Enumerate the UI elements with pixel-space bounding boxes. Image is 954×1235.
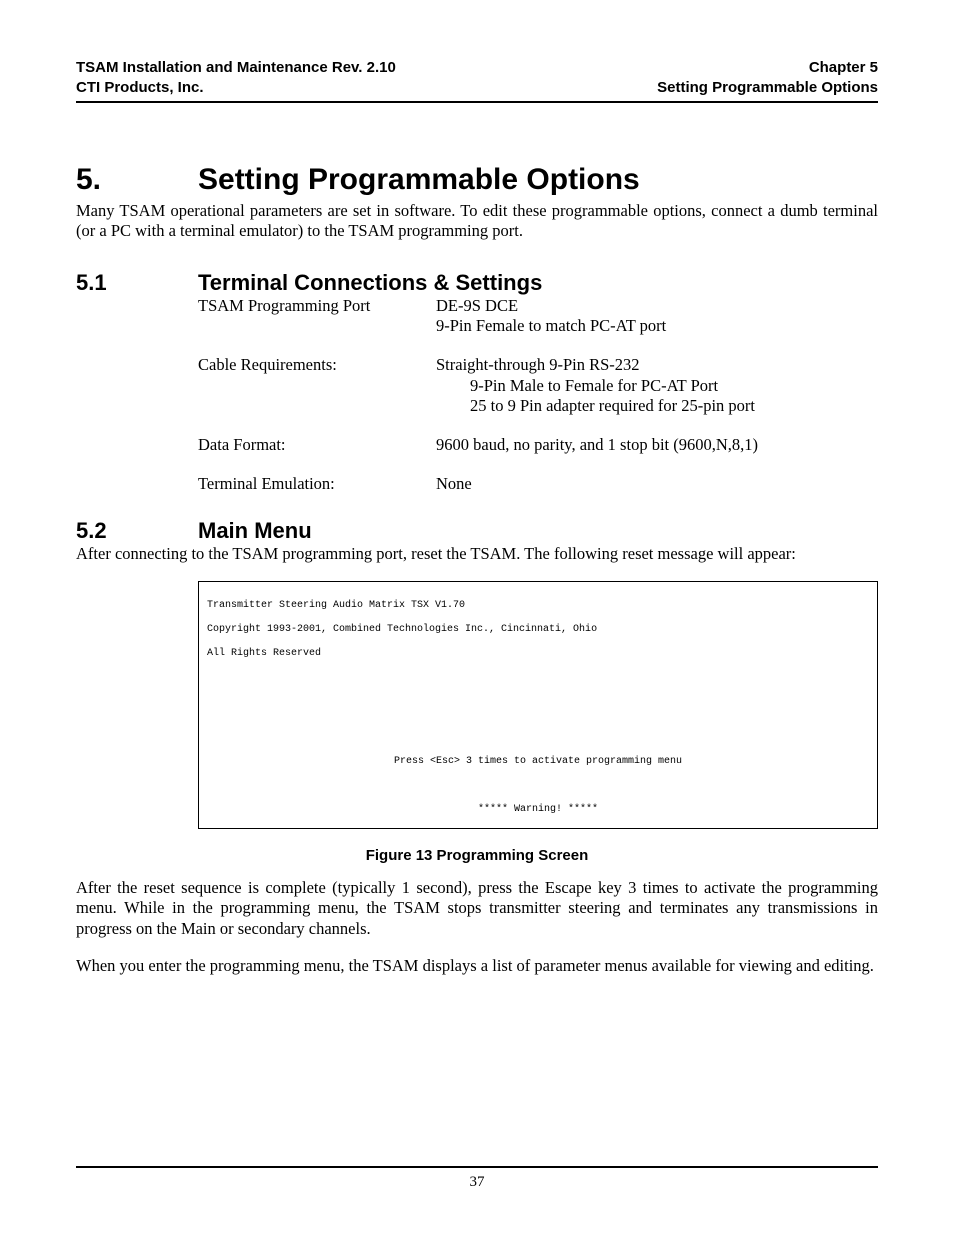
setting-value-line: 9-Pin Female to match PC-AT port bbox=[436, 316, 666, 337]
setting-value: Straight-through 9-Pin RS-232 9-Pin Male… bbox=[436, 355, 755, 417]
header-right-bottom: Setting Programmable Options bbox=[657, 78, 878, 98]
setting-label: Data Format: bbox=[198, 435, 436, 456]
page: TSAM Installation and Maintenance Rev. 2… bbox=[0, 0, 954, 1235]
section-number: 5.2 bbox=[76, 518, 198, 544]
page-footer: 37 bbox=[76, 1166, 878, 1191]
footer-rule bbox=[76, 1166, 878, 1168]
body-paragraph: After the reset sequence is complete (ty… bbox=[76, 878, 878, 940]
header-left-bottom: CTI Products, Inc. bbox=[76, 78, 204, 98]
setting-row-port: TSAM Programming Port DE-9S DCE 9-Pin Fe… bbox=[198, 296, 878, 337]
setting-row-cable: Cable Requirements: Straight-through 9-P… bbox=[198, 355, 878, 417]
chapter-intro: Many TSAM operational parameters are set… bbox=[76, 201, 878, 242]
terminal-line: Copyright 1993-2001, Combined Technologi… bbox=[207, 624, 869, 636]
setting-value-line: Straight-through 9-Pin RS-232 bbox=[436, 355, 755, 376]
terminal-line: Transmitter Steering Audio Matrix TSX V1… bbox=[207, 600, 869, 612]
setting-label: Cable Requirements: bbox=[198, 355, 436, 417]
setting-row-emulation: Terminal Emulation: None bbox=[198, 474, 878, 495]
section-5-2-heading: 5.2 Main Menu bbox=[76, 518, 878, 544]
terminal-line: ***** Warning! ***** bbox=[207, 804, 869, 816]
section-5-1-heading: 5.1 Terminal Connections & Settings bbox=[76, 270, 878, 296]
section-title: Terminal Connections & Settings bbox=[198, 270, 542, 296]
setting-label: Terminal Emulation: bbox=[198, 474, 436, 495]
setting-value-line: DE-9S DCE bbox=[436, 296, 666, 317]
setting-value-line: None bbox=[436, 474, 472, 495]
body-paragraph: When you enter the programming menu, the… bbox=[76, 956, 878, 977]
terminal-settings-table: TSAM Programming Port DE-9S DCE 9-Pin Fe… bbox=[198, 296, 878, 494]
section-5-2-intro: After connecting to the TSAM programming… bbox=[76, 544, 878, 565]
chapter-title: Setting Programmable Options bbox=[198, 163, 640, 197]
header-right-top: Chapter 5 bbox=[809, 58, 878, 78]
setting-value-line: 25 to 9 Pin adapter required for 25-pin … bbox=[470, 396, 755, 417]
terminal-line: All Rights Reserved bbox=[207, 648, 869, 660]
setting-value: 9600 baud, no parity, and 1 stop bit (96… bbox=[436, 435, 758, 456]
setting-value: DE-9S DCE 9-Pin Female to match PC-AT po… bbox=[436, 296, 666, 337]
terminal-output-box: Transmitter Steering Audio Matrix TSX V1… bbox=[198, 581, 878, 829]
setting-value-line: 9-Pin Male to Female for PC-AT Port bbox=[470, 376, 755, 397]
setting-row-format: Data Format: 9600 baud, no parity, and 1… bbox=[198, 435, 878, 456]
figure-caption: Figure 13 Programming Screen bbox=[76, 847, 878, 864]
setting-value: None bbox=[436, 474, 472, 495]
chapter-heading: 5. Setting Programmable Options bbox=[76, 163, 878, 197]
terminal-line: Press <Esc> 3 times to activate programm… bbox=[207, 756, 869, 768]
header-rule bbox=[76, 101, 878, 103]
page-header: TSAM Installation and Maintenance Rev. 2… bbox=[76, 58, 878, 99]
section-number: 5.1 bbox=[76, 270, 198, 296]
section-title: Main Menu bbox=[198, 518, 312, 544]
setting-label: TSAM Programming Port bbox=[198, 296, 436, 337]
page-number: 37 bbox=[76, 1174, 878, 1191]
setting-value-line: 9600 baud, no parity, and 1 stop bit (96… bbox=[436, 435, 758, 456]
header-left-top: TSAM Installation and Maintenance Rev. 2… bbox=[76, 58, 396, 78]
chapter-number: 5. bbox=[76, 163, 198, 197]
